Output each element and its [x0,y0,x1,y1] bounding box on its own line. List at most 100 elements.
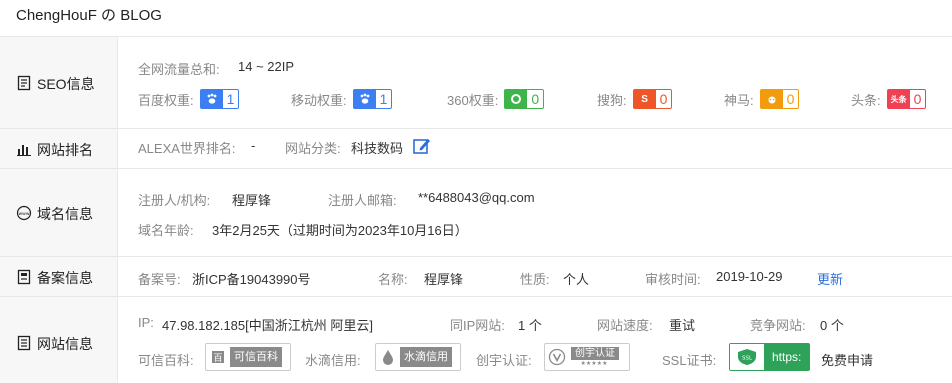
icp-review-value: 2019-10-29 [716,269,783,284]
alexa-label: ALEXA世界排名: [138,141,236,156]
icp-nature-label: 性质: [520,272,550,287]
rank-sogou-badge[interactable]: S 0 [632,89,673,109]
shuidi-label: 水滴信用: [305,353,361,368]
same-ip-value: 1 个 [518,318,542,333]
baike-badge[interactable]: 百 可信百科 [205,343,291,371]
bar-chart-icon [17,145,31,156]
www-globe-icon: www [16,205,32,221]
icp-info-header: 备案信息 [0,257,118,296]
rank-mobile-badge[interactable]: 1 [352,89,393,109]
shuidi-badge-text: 水滴信用 [400,347,452,367]
rank-360-badge[interactable]: 0 [504,89,545,109]
rank-mobile-value: 1 [379,91,388,107]
icp-number-value: 浙ICP备19043990号 [192,272,311,287]
rank-baidu-value: 1 [226,91,235,107]
shuidi-badge[interactable]: 水滴信用 [375,343,461,371]
rank-sogou: 搜狗: S 0 [597,89,673,109]
chuangyu-text-block: 创宇认证 ★★★★★ [569,346,619,368]
list-icon [17,335,31,351]
baike-badge-text: 可信百科 [230,347,282,367]
chuangyu-badge[interactable]: 创宇认证 ★★★★★ [544,343,630,371]
ssl-shield-icon: SSL [730,344,764,370]
rank-toutiao-badge[interactable]: 头条 0 [886,89,927,109]
rank-shenma-label: 神马: [724,92,754,108]
rank-baidu-label: 百度权重: [138,92,194,108]
rank-toutiao-label: 头条: [851,92,881,108]
ip-label: IP: [138,315,154,330]
rank-sogou-value: 0 [659,91,668,107]
chuangyu-badge-text: 创宇认证 [571,346,619,360]
rank-baidu-badge[interactable]: 1 [199,89,240,109]
rank-shenma: 神马: 0 [724,89,800,109]
speed-label: 网站速度: [597,318,653,333]
blog-title-bar: ChengHouF の BLOG [0,0,952,37]
icp-name-label: 名称: [378,272,408,287]
icp-review-label: 审核时间: [645,272,701,287]
icp-name-value: 程厚锋 [424,272,464,287]
document-icon [17,75,31,91]
rank-360: 360权重: 0 [447,89,545,109]
ssl-apply-link[interactable]: 免费申请 [821,350,873,369]
rank-toutiao: 头条: 头条 0 [851,89,927,109]
rank-360-label: 360权重: [447,92,499,108]
rank-mobile: 移动权重: 1 [291,89,393,109]
rank-shenma-badge[interactable]: 0 [759,89,800,109]
filing-icon [17,269,31,285]
sogou-icon: S [633,90,656,108]
rank-shenma-value: 0 [786,91,795,107]
seo-info-row: SEO信息 [0,37,952,129]
category-label: 网站分类: [285,141,341,156]
site-info-header: 网站信息 [0,297,118,383]
baike-label: 可信百科: [138,353,194,368]
registrant-label: 注册人/机构: [138,193,211,208]
svg-text:百: 百 [213,353,222,364]
water-drop-icon [378,347,398,367]
competitor-value: 0 个 [820,318,844,333]
email-label: 注册人邮箱: [328,193,397,208]
rank-sogou-label: 搜狗: [597,92,627,108]
rank-toutiao-value: 0 [913,91,922,107]
rank-baidu: 百度权重: 1 [138,89,240,109]
site-ranking-label: 网站排名 [37,142,93,158]
chuangyu-label: 创宇认证: [476,353,532,368]
icp-update-link[interactable]: 更新 [817,269,843,288]
360-icon [505,90,528,108]
seo-info-header: SEO信息 [0,37,118,128]
registrant-value: 程厚锋 [232,193,272,208]
icp-nature-value: 个人 [563,272,590,287]
site-ranking-header: 网站排名 [0,129,118,168]
chuangyu-stars: ★★★★★ [580,360,608,367]
email-value: **6488043@qq.com [418,190,535,205]
traffic-label: 全网流量总和: [138,62,220,77]
category-value: 科技数码 [351,141,404,156]
ssl-icon-text: SSL [742,356,753,362]
seo-info-label: SEO信息 [37,76,95,92]
ssl-badge[interactable]: SSL https: [729,343,811,371]
domain-age-value: 3年2月25天（过期时间为2023年10月16日） [212,223,468,238]
domain-info-label: 域名信息 [37,206,93,222]
shenma-icon [760,90,783,108]
baike-shield-icon: 百 [208,347,228,367]
baidu-mobile-paw-icon [353,90,376,108]
ssl-https-text: https: [764,344,810,370]
domain-info-header: www 域名信息 [0,169,118,256]
competitor-label: 竞争网站: [750,318,806,333]
edit-icon[interactable] [412,136,432,156]
speed-value: 重试 [669,318,696,333]
toutiao-icon: 头条 [887,90,910,108]
site-info-label: 网站信息 [37,336,93,352]
icp-info-label: 备案信息 [37,270,93,286]
traffic-value: 14 ~ 22IP [238,59,295,74]
same-ip-label: 同IP网站: [450,318,505,333]
rank-mobile-label: 移动权重: [291,92,347,108]
ip-value: 47.98.182.185[中国浙江杭州 阿里云] [162,318,373,333]
alexa-value: - [251,138,256,153]
blog-title: ChengHouF の BLOG [16,7,162,24]
baidu-paw-icon [200,90,223,108]
svg-text:www: www [18,212,29,217]
domain-info-row: www 域名信息 [0,169,952,257]
rank-360-value: 0 [531,91,540,107]
ssl-label: SSL证书: [662,353,717,368]
verified-v-icon [547,347,567,367]
icp-number-label: 备案号: [138,272,181,287]
